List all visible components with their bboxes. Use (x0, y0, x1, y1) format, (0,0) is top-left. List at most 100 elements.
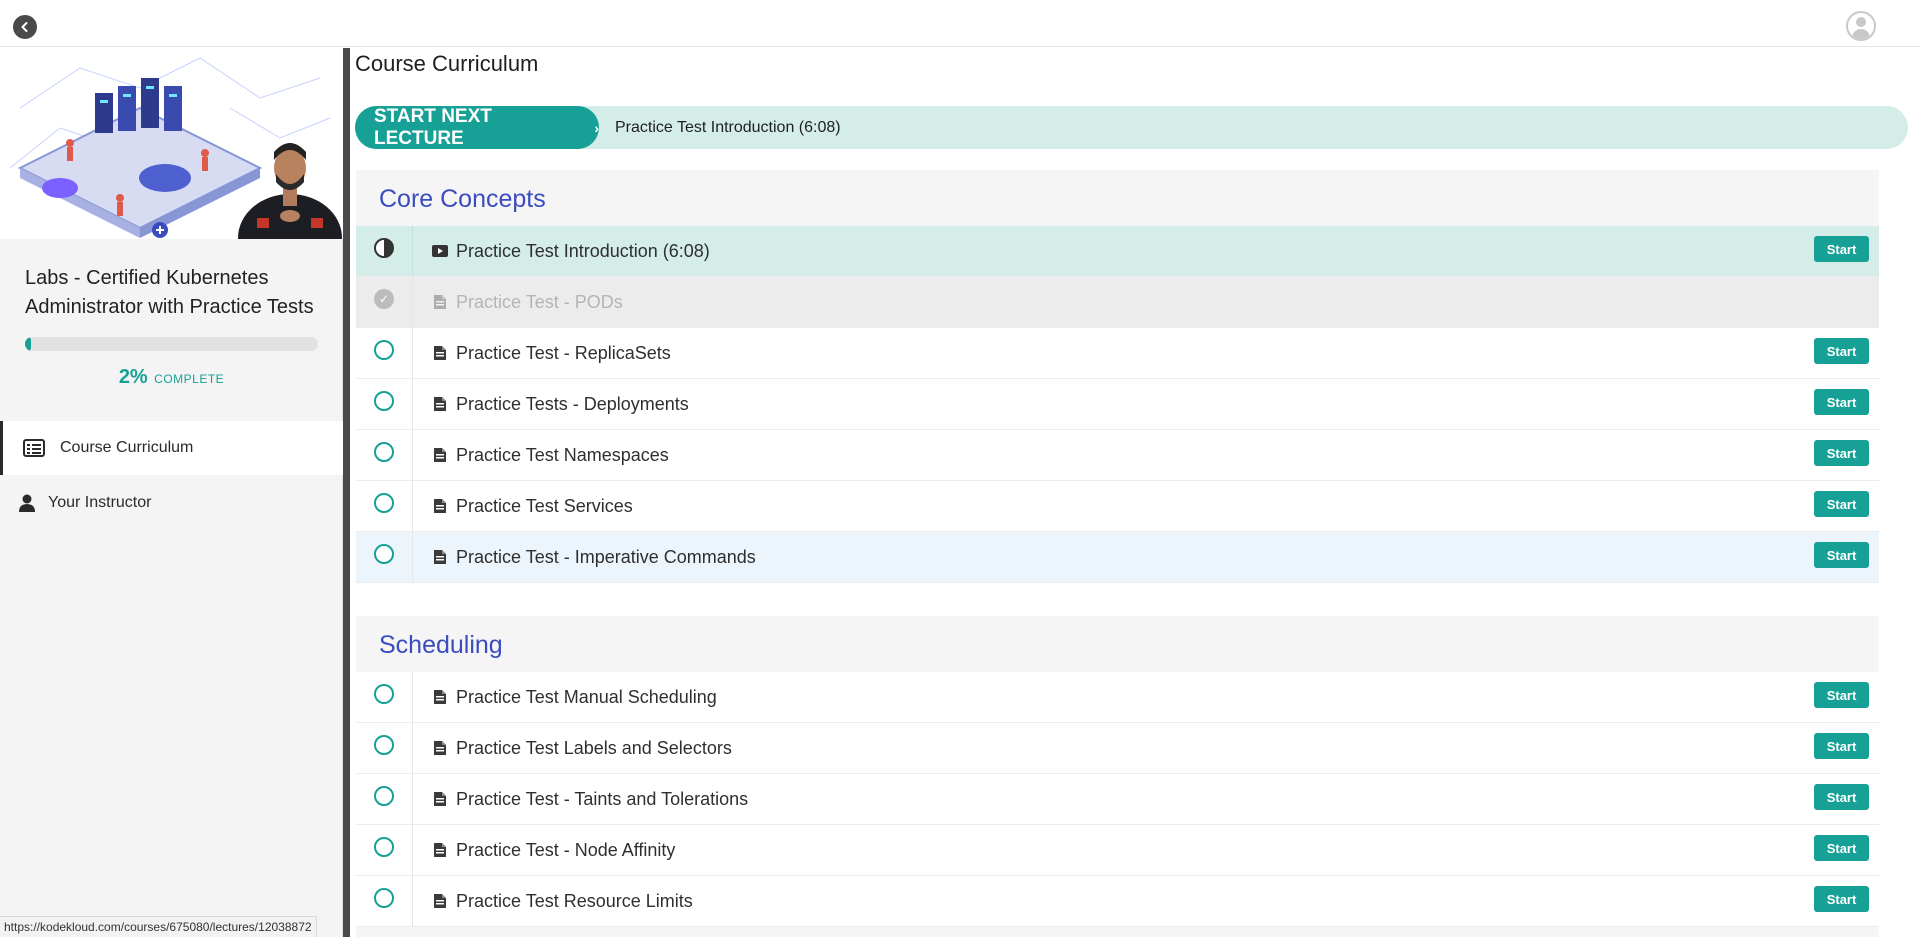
sidebar-item-your-instructor[interactable]: Your Instructor (0, 476, 343, 530)
sidebar-item-label: Course Curriculum (60, 439, 194, 456)
browser-status-bar: https://kodekloud.com/courses/675080/lec… (0, 916, 317, 937)
lecture-row[interactable]: Practice Test Namespaces Start (356, 430, 1879, 481)
lecture-title: Practice Test Services (456, 495, 633, 516)
person-icon (18, 493, 36, 513)
lecture-title: Practice Test - PODs (456, 291, 623, 312)
start-button[interactable]: Start (1814, 338, 1869, 364)
check-circle-icon: ✓ (374, 289, 394, 309)
progress-complete-label: COMPLETE (154, 372, 225, 386)
sidebar: Labs - Certified Kubernetes Administrato… (0, 48, 343, 937)
start-button[interactable]: Start (1814, 886, 1869, 912)
start-button[interactable]: Start (1814, 440, 1869, 466)
document-icon (432, 549, 448, 565)
lecture-status-cell (356, 723, 413, 773)
empty-circle-icon (374, 544, 394, 564)
section-scheduling: Scheduling Practice Test Manual Scheduli… (356, 616, 1879, 937)
page-title: Course Curriculum (355, 51, 539, 76)
lecture-title: Practice Tests - Deployments (456, 393, 689, 414)
lecture-row[interactable]: Practice Test - Taints and Tolerations St… (356, 774, 1879, 825)
lecture-status-cell (356, 430, 413, 480)
start-button[interactable]: Start (1814, 784, 1869, 810)
lecture-row[interactable]: Practice Test Services Start (356, 481, 1879, 532)
lecture-status-cell (356, 825, 413, 875)
sidebar-item-course-curriculum[interactable]: Course Curriculum (0, 421, 343, 475)
start-button[interactable]: Start (1814, 491, 1869, 517)
lecture-title: Practice Test Namespaces (456, 444, 669, 465)
empty-circle-icon (374, 493, 394, 513)
lecture-status-cell (356, 876, 413, 926)
document-icon (432, 893, 448, 909)
lecture-status-cell (356, 672, 413, 722)
next-lecture-title[interactable]: Practice Test Introduction (6:08) (615, 119, 841, 137)
video-icon (432, 243, 448, 259)
document-icon (432, 689, 448, 705)
start-next-lecture-label: START NEXT LECTURE (374, 105, 492, 149)
lecture-title: Practice Test Manual Scheduling (456, 686, 717, 707)
course-image (0, 48, 343, 239)
lecture-list: Practice Test Manual Scheduling Start Prac… (356, 672, 1879, 927)
start-button[interactable]: Start (1814, 389, 1869, 415)
start-button[interactable]: Start (1814, 542, 1869, 568)
empty-circle-icon (374, 391, 394, 411)
section-title: Scheduling (379, 631, 503, 659)
document-icon (432, 294, 448, 310)
empty-circle-icon (374, 837, 394, 857)
lecture-row[interactable]: Practice Test Resource Limits Start (356, 876, 1879, 927)
lecture-row[interactable]: Practice Test - ReplicaSets Start (356, 328, 1879, 379)
start-button[interactable]: Start (1814, 733, 1869, 759)
empty-circle-icon (374, 888, 394, 908)
list-icon (22, 438, 46, 458)
lecture-title: Practice Test - Node Affinity (456, 839, 676, 860)
progress-bar (25, 337, 318, 351)
lecture-list: Practice Test Introduction (6:08) Start ✓ P… (356, 226, 1879, 583)
lecture-title: Practice Test Labels and Selectors (456, 737, 732, 758)
section-core-concepts: Core Concepts Practice Test Introduction… (356, 170, 1879, 583)
start-button[interactable]: Start (1814, 682, 1869, 708)
document-icon (432, 498, 448, 514)
start-button[interactable]: Start (1814, 236, 1869, 262)
document-icon (432, 740, 448, 756)
document-icon (432, 447, 448, 463)
empty-circle-icon (374, 442, 394, 462)
lecture-title: Practice Test - Imperative Commands (456, 546, 756, 567)
lecture-status-cell (356, 481, 413, 531)
course-title: Labs - Certified Kubernetes Administrato… (25, 267, 314, 318)
lecture-status-cell (356, 328, 413, 378)
start-button[interactable]: Start (1814, 835, 1869, 861)
lecture-title: Practice Test - ReplicaSets (456, 342, 671, 363)
user-avatar[interactable] (1846, 11, 1876, 41)
document-icon (432, 842, 448, 858)
lecture-title: Practice Test Resource Limits (456, 890, 693, 911)
chevron-right-icon: › (594, 119, 599, 136)
sidebar-item-label: Your Instructor (48, 494, 152, 511)
empty-circle-icon (374, 684, 394, 704)
lecture-status-cell (356, 532, 413, 582)
empty-circle-icon (374, 340, 394, 360)
sidebar-divider (343, 48, 350, 937)
document-icon (432, 345, 448, 361)
lecture-row[interactable]: Practice Test Introduction (6:08) Start (356, 226, 1879, 277)
lecture-row[interactable]: Practice Tests - Deployments Start (356, 379, 1879, 430)
lecture-row[interactable]: Practice Test - Node Affinity Start (356, 825, 1879, 876)
lecture-status-cell (356, 774, 413, 824)
lecture-status-cell (356, 226, 413, 276)
lecture-row[interactable]: Practice Test - Imperative Commands Start (356, 532, 1879, 583)
half-circle-icon (374, 238, 394, 258)
lecture-title: Practice Test Introduction (6:08) (456, 240, 710, 261)
empty-circle-icon (374, 735, 394, 755)
top-bar (0, 0, 1920, 47)
lecture-status-cell (356, 379, 413, 429)
next-lecture-bar: START NEXT LECTURE › Practice Test Intro… (355, 106, 1908, 149)
start-next-lecture-button[interactable]: START NEXT LECTURE › (355, 106, 599, 149)
lecture-title: Practice Test - Taints and Tolerations (456, 788, 749, 809)
progress-label: 2% COMPLETE (0, 366, 343, 389)
lecture-row[interactable]: Practice Test Labels and Selectors Start (356, 723, 1879, 774)
back-button[interactable] (13, 15, 37, 39)
main-content: Course Curriculum START NEXT LECTURE › P… (350, 48, 1920, 937)
lecture-row[interactable]: ✓ Practice Test - PODs (356, 277, 1879, 328)
chevron-left-icon (21, 22, 28, 32)
progress-fill (25, 337, 31, 351)
section-title: Core Concepts (379, 185, 546, 213)
progress-percent: 2% (118, 366, 148, 388)
lecture-row[interactable]: Practice Test Manual Scheduling Start (356, 672, 1879, 723)
